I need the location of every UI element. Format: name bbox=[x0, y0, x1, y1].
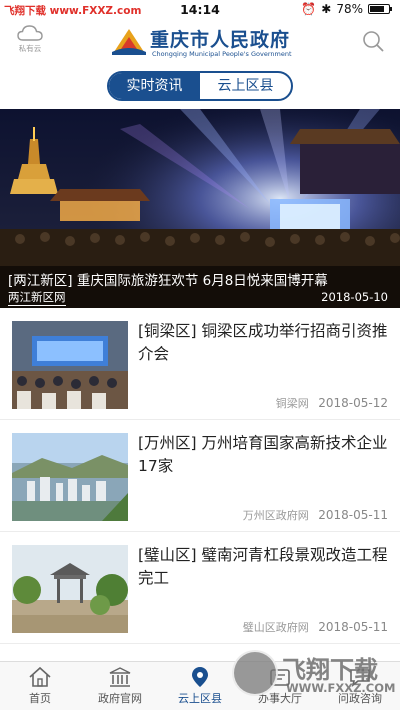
news-date: 2018-05-11 bbox=[318, 508, 388, 522]
emblem-icon bbox=[112, 29, 146, 55]
hero-caption: [两江新区] 重庆国际旅游狂欢节 6月8日悦来国博开幕 两江新区网 2018-0… bbox=[0, 266, 400, 308]
news-thumbnail bbox=[12, 545, 128, 633]
cloud-icon bbox=[17, 25, 43, 41]
news-item[interactable]: [璧山区] 璧南河青杠段景观改造工程完工 璧山区政府网 2018-05-11 bbox=[0, 532, 400, 644]
status-right: ⏰ ✱ 78% bbox=[301, 2, 392, 16]
site-logo: 重庆市人民政府 Chongqing Municipal People's Gov… bbox=[112, 24, 294, 60]
watermark-overlay: 飞翔下载 WWW.FXXZ.COM bbox=[230, 648, 400, 710]
tab-label: 云上区县 bbox=[178, 692, 222, 705]
hero-date: 2018-05-10 bbox=[321, 290, 388, 304]
news-meta: 万州区政府网 2018-05-11 bbox=[243, 507, 388, 523]
news-thumbnail bbox=[12, 321, 128, 409]
search-button[interactable] bbox=[362, 30, 384, 56]
news-title: [璧山区] 璧南河青杠段景观改造工程完工 bbox=[138, 546, 388, 587]
site-subtitle: Chongqing Municipal People's Government bbox=[152, 50, 292, 58]
news-source: 铜梁网 bbox=[275, 397, 309, 410]
home-icon bbox=[29, 666, 51, 687]
hero-banner[interactable]: [两江新区] 重庆国际旅游狂欢节 6月8日悦来国博开幕 两江新区网 2018-0… bbox=[0, 109, 400, 308]
watermark-logo-icon bbox=[232, 650, 278, 696]
news-meta: 璧山区政府网 2018-05-11 bbox=[243, 619, 388, 635]
news-date: 2018-05-12 bbox=[318, 396, 388, 410]
battery-icon bbox=[368, 4, 392, 14]
tab-districts-cloud[interactable]: 云上区县 bbox=[160, 662, 240, 710]
hero-source: 两江新区网 bbox=[8, 290, 66, 306]
tab-districts[interactable]: 云上区县 bbox=[200, 73, 291, 99]
battery-fill bbox=[370, 6, 384, 12]
map-pin-icon bbox=[192, 667, 208, 687]
alarm-icon: ⏰ bbox=[301, 2, 317, 16]
news-title: [铜梁区] 铜梁区成功举行招商引资推介会 bbox=[138, 322, 388, 363]
tab-label: 政府官网 bbox=[98, 692, 142, 705]
tab-gov-site[interactable]: 政府官网 bbox=[80, 662, 160, 710]
news-item[interactable]: [万州区] 万州培育国家高新技术企业17家 万州区政府网 2018-05-11 bbox=[0, 420, 400, 532]
government-building-icon bbox=[109, 667, 131, 687]
hero-title: [两江新区] 重庆国际旅游狂欢节 6月8日悦来国博开幕 bbox=[8, 273, 328, 289]
app-header: 私有云 重庆市人民政府 Chongqing Municipal People's… bbox=[0, 20, 400, 64]
site-title: 重庆市人民政府 bbox=[150, 29, 291, 51]
news-list: [铜梁区] 铜梁区成功举行招商引资推介会 铜梁网 2018-05-12 [万州区… bbox=[0, 308, 400, 644]
bluetooth-icon: ✱ bbox=[321, 2, 332, 16]
news-thumbnail bbox=[12, 433, 128, 521]
news-date: 2018-05-11 bbox=[318, 620, 388, 634]
watermark-url: WWW.FXXZ.COM bbox=[286, 681, 396, 695]
private-cloud-button[interactable]: 私有云 bbox=[14, 24, 46, 54]
news-source: 璧山区政府网 bbox=[242, 621, 309, 634]
status-bar: 飞翔下载 www.FXXZ.com 14:14 ⏰ ✱ 78% bbox=[0, 0, 400, 20]
segment-control: 实时资讯 云上区县 bbox=[107, 71, 293, 101]
tab-home[interactable]: 首页 bbox=[0, 662, 80, 710]
search-icon bbox=[363, 31, 384, 52]
news-item[interactable]: [铜梁区] 铜梁区成功举行招商引资推介会 铜梁网 2018-05-12 bbox=[0, 308, 400, 420]
tab-label: 首页 bbox=[29, 692, 51, 705]
watermark-brand: 飞翔下载 bbox=[282, 656, 378, 684]
tab-realtime-news[interactable]: 实时资讯 bbox=[109, 73, 200, 99]
news-meta: 铜梁网 2018-05-12 bbox=[276, 395, 388, 411]
news-source: 万州区政府网 bbox=[242, 509, 309, 522]
battery-percent: 78% bbox=[336, 2, 363, 16]
private-cloud-label: 私有云 bbox=[18, 44, 42, 53]
news-title: [万州区] 万州培育国家高新技术企业17家 bbox=[138, 434, 388, 475]
